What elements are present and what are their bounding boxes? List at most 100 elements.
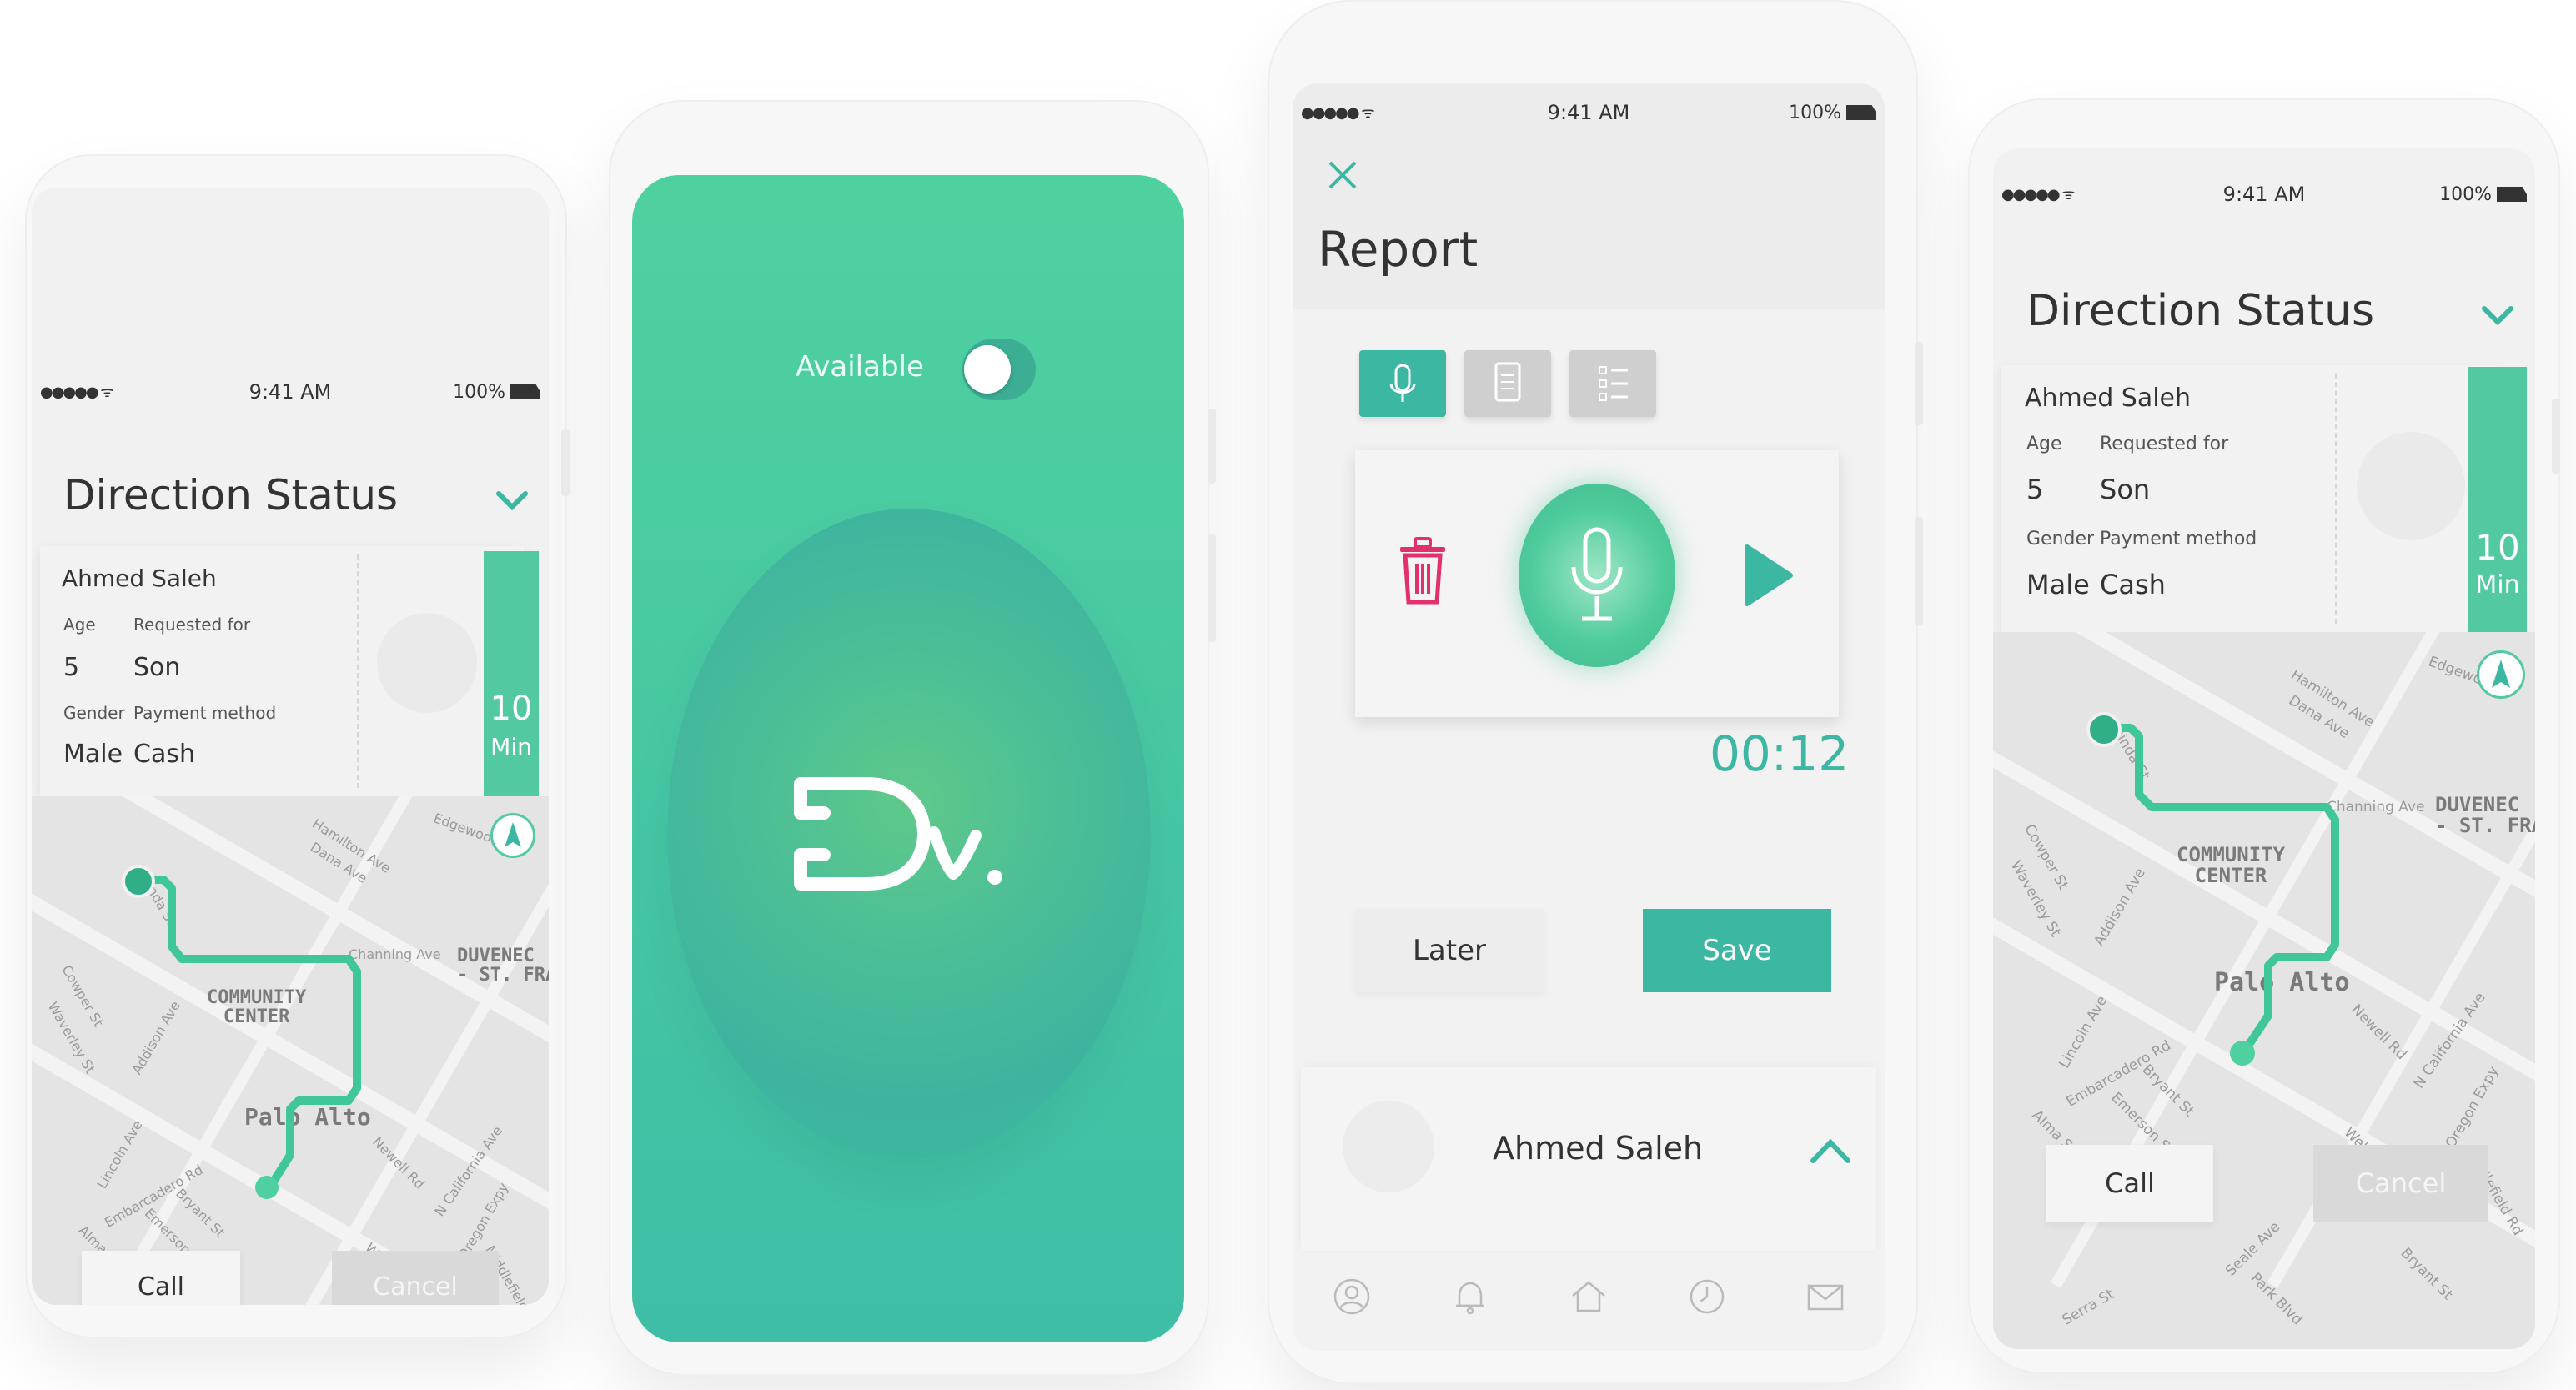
dr-logo-icon: [794, 777, 1002, 891]
gender-value: Male: [63, 740, 123, 769]
eta-unit: Min: [2475, 570, 2520, 600]
chevron-down-icon[interactable]: [495, 484, 529, 517]
side-button: [1208, 534, 1216, 642]
payment-label: Payment method: [2100, 529, 2257, 549]
age-value: 5: [2026, 474, 2044, 505]
side-button: [2552, 399, 2560, 474]
requested-value: Son: [133, 653, 181, 682]
status-bar: ●●●●● ᯤ 9:41 AM 100%: [1993, 178, 2535, 211]
battery-icon: [510, 384, 540, 399]
available-label: Available: [796, 350, 924, 384]
route-path: [128, 876, 361, 1192]
checklist-icon: [1599, 366, 1628, 401]
eta-value: 10: [2475, 527, 2520, 568]
age-label: Age: [2026, 434, 2062, 454]
map-view[interactable]: Hamilton Ave Dana Ave Edgewood Channing …: [32, 796, 549, 1305]
navigation-icon[interactable]: [2477, 650, 2525, 699]
cancel-button[interactable]: Cancel: [332, 1251, 499, 1305]
eta-bar: 10 Min: [484, 551, 539, 800]
card-divider: [2335, 374, 2337, 624]
avatar: [1343, 1101, 1434, 1192]
gender-label: Gender: [2026, 529, 2095, 549]
eta-bar: 10 Min: [2468, 367, 2527, 634]
map-view[interactable]: Hamilton Ave Dana Ave Edgewood Channing …: [1993, 632, 2535, 1349]
payment-label: Payment method: [133, 703, 277, 723]
side-button: [1208, 409, 1216, 484]
save-button[interactable]: Save: [1643, 909, 1831, 992]
eta-unit: Min: [490, 733, 532, 760]
passenger-name: Ahmed Saleh: [62, 565, 217, 592]
user-name: Ahmed Saleh: [1493, 1130, 1704, 1167]
mockup-stage: ●●●●● ᯤ 9:41 AM 100% Direction Status Ah…: [0, 0, 2576, 1390]
phone-direction-right: ●●●●● ᯤ 9:41 AM 100% Direction Status Ah…: [1968, 98, 2560, 1374]
avatar: [377, 613, 477, 713]
side-button: [1915, 517, 1923, 625]
payment-value: Cash: [2100, 569, 2166, 600]
car-marker-icon: [122, 865, 155, 898]
clipboard-icon: [1494, 362, 1521, 402]
microphone-icon: [1389, 364, 1416, 402]
eta-value: 10: [490, 690, 533, 728]
call-button[interactable]: Call: [82, 1251, 240, 1305]
battery-percent: 100%: [1789, 102, 1841, 123]
mail-icon[interactable]: [1805, 1276, 1846, 1317]
gender-label: Gender: [63, 703, 125, 723]
age-value: 5: [63, 653, 80, 682]
phone-direction-left: ●●●●● ᯤ 9:41 AM 100% Direction Status Ah…: [25, 154, 570, 1338]
destination-marker-icon: [2230, 1041, 2255, 1066]
side-button: [1915, 342, 1923, 425]
requested-label: Requested for: [2100, 434, 2229, 454]
status-bar: ●●●●● ᯤ 9:41 AM 100%: [32, 375, 549, 409]
tab-clipboard[interactable]: [1464, 350, 1551, 417]
bell-icon[interactable]: [1449, 1276, 1491, 1317]
passenger-name: Ahmed Saleh: [2025, 384, 2192, 413]
age-label: Age: [63, 615, 96, 635]
call-button[interactable]: Call: [2046, 1145, 2213, 1222]
user-summary-card: Ahmed Saleh: [1301, 1067, 1876, 1251]
battery-percent: 100%: [453, 381, 505, 403]
requested-value: Son: [2100, 474, 2151, 505]
profile-icon[interactable]: [1331, 1276, 1373, 1317]
clock-icon[interactable]: [1686, 1276, 1728, 1317]
battery-icon: [1846, 105, 1876, 120]
play-icon[interactable]: [1739, 542, 1797, 609]
passenger-card: Ahmed Saleh Age Requested for 5 Son Gend…: [40, 546, 524, 796]
screen-report: ●●●●● ᯤ 9:41 AM 100% Report 00:12 Later …: [1293, 83, 1885, 1351]
screen-direction-right: ●●●●● ᯤ 9:41 AM 100% Direction Status Ah…: [1993, 148, 2535, 1349]
home-icon[interactable]: [1568, 1276, 1609, 1317]
battery-indicator: 100%: [453, 382, 540, 403]
chevron-up-icon[interactable]: [1810, 1134, 1851, 1167]
payment-value: Cash: [133, 740, 195, 769]
tab-voice[interactable]: [1359, 350, 1446, 417]
navigation-icon[interactable]: [490, 813, 535, 858]
battery-percent: 100%: [2439, 183, 2492, 205]
battery-indicator: 100%: [2439, 184, 2527, 205]
tab-checklist[interactable]: [1569, 350, 1656, 417]
trash-icon[interactable]: [1395, 534, 1450, 609]
phone-report: ●●●●● ᯤ 9:41 AM 100% Report 00:12 Later …: [1268, 0, 1923, 1384]
close-icon[interactable]: [1326, 158, 1359, 192]
toggle-knob: [964, 345, 1011, 394]
bottom-tab-bar: [1293, 1255, 1885, 1338]
later-button[interactable]: Later: [1355, 909, 1544, 992]
recorder-card: [1355, 450, 1839, 717]
screen-direction-left: ●●●●● ᯤ 9:41 AM 100% Direction Status Ah…: [32, 188, 549, 1305]
card-divider: [357, 554, 359, 788]
requested-label: Requested for: [133, 615, 251, 635]
passenger-card: Ahmed Saleh Age Requested for 5 Son Gend…: [2001, 365, 2502, 632]
gender-value: Male: [2026, 569, 2090, 600]
page-title: Direction Status: [2026, 286, 2375, 336]
availability-toggle[interactable]: [962, 339, 1036, 400]
microphone-icon: [1571, 527, 1623, 621]
page-title: Report: [1318, 221, 1479, 278]
phone-available: Available: [609, 100, 1216, 1376]
record-button[interactable]: [1519, 484, 1675, 667]
cancel-button[interactable]: Cancel: [2313, 1145, 2488, 1222]
route-path: [2093, 724, 2339, 1057]
destination-marker-icon: [255, 1176, 279, 1199]
avatar: [2357, 432, 2465, 540]
car-marker-icon: [2086, 712, 2122, 747]
chevron-down-icon[interactable]: [2481, 299, 2514, 332]
status-bar: ●●●●● ᯤ 9:41 AM 100%: [1293, 96, 1885, 129]
battery-indicator: 100%: [1789, 103, 1876, 123]
